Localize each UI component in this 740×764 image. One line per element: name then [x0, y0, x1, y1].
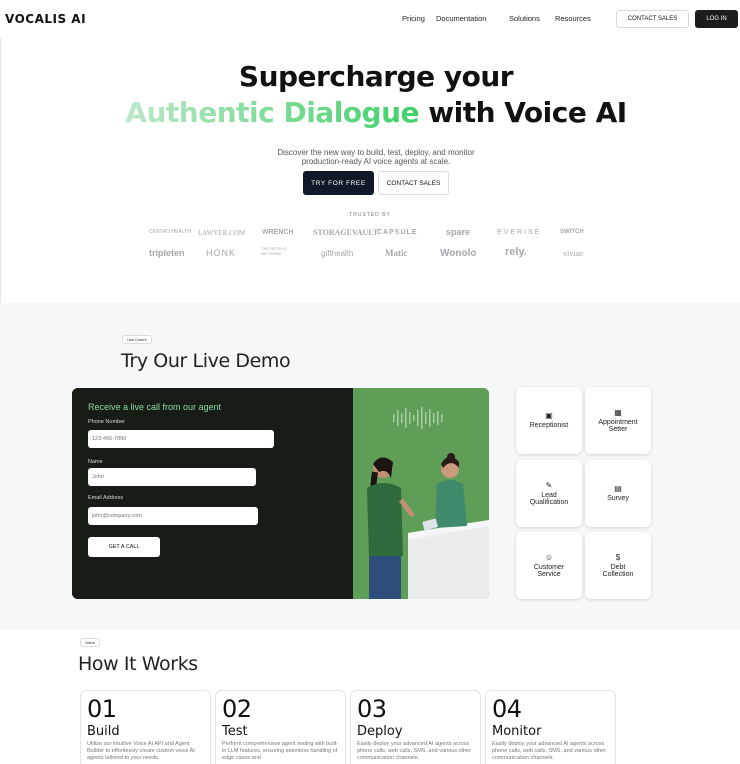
hero-title: Supercharge your: [238, 60, 514, 93]
brand-logo-centro-health: CENTRO HEALTH: [149, 229, 191, 235]
hero-subtitle: Discover the new way to build, test, dep…: [250, 148, 502, 166]
use-case-label: Receptionist: [529, 422, 569, 429]
phone-input[interactable]: [88, 430, 274, 448]
name-label: Name: [88, 459, 103, 465]
use-case-customer-service[interactable]: ☺ Customer Service: [516, 532, 582, 599]
brand-logo-wonolo: Wonolo: [440, 248, 477, 259]
hero-contact-sales-button[interactable]: CONTACT SALES: [378, 171, 449, 195]
use-cases-badge: Use Cases: [122, 335, 152, 344]
value-badge: Value: [80, 638, 100, 647]
try-for-free-button[interactable]: TRY FOR FREE: [303, 171, 374, 195]
form-title: Receive a live call from our agent: [88, 402, 222, 412]
receptionist-icon: ▣: [545, 411, 553, 420]
use-case-label: Customer: [533, 563, 565, 571]
use-case-label-line2: Collection: [602, 570, 634, 578]
demo-form: Receive a live call from our agent Phone…: [72, 388, 353, 599]
phone-label: Phone Number: [88, 419, 125, 425]
use-case-survey[interactable]: ▤ Survey: [585, 460, 651, 527]
step-number: 04: [492, 695, 522, 723]
use-case-label: Lead: [541, 491, 557, 499]
brand-logo-vivian: vivian: [563, 249, 583, 258]
step-description: Utilize our intuitive Voice AI API and A…: [87, 741, 195, 761]
hero-title-line2: Authentic Dialogue with Voice AI: [0, 96, 740, 129]
hero-subtitle-line1: Discover the new way to build, test, dep…: [277, 148, 475, 157]
smile-icon: ☺: [544, 552, 554, 562]
survey-icon: ▤: [614, 484, 622, 493]
contact-sales-button[interactable]: CONTACT SALES: [616, 10, 689, 28]
brand-logo-gifthealth: gifthealth: [321, 249, 354, 258]
step-title: Monitor: [492, 724, 542, 739]
brand-logo-spare: spare: [446, 227, 471, 237]
step-number: 02: [222, 695, 252, 723]
brand-logo-storagevault: STORAGEVAULT: [313, 228, 379, 237]
use-case-label-line2: Setter: [608, 425, 628, 433]
use-case-debt-collection[interactable]: $ Debt Collection: [585, 532, 651, 599]
logo[interactable]: VOCALIS AI: [5, 12, 86, 26]
demo-card: Receive a live call from our agent Phone…: [72, 388, 489, 599]
use-case-appointment-setter[interactable]: ▦ Appointment Setter: [585, 387, 651, 454]
brand-logo-switch: SWITCH: [560, 229, 584, 235]
email-label: Email Address: [88, 495, 124, 501]
site-header: VOCALIS AI Pricing Documentation Solutio…: [0, 0, 740, 38]
step-description: Easily deploy your advanced AI agents ac…: [492, 741, 607, 761]
trusted-by-label: TRUSTED BY: [349, 212, 391, 218]
brand-logo-wrench: WRENCH: [262, 229, 294, 236]
step-number: 01: [87, 695, 117, 723]
step-number: 03: [357, 695, 387, 723]
step-description: Perform comprehensive agent testing with…: [222, 741, 339, 761]
use-case-label: Survey: [607, 495, 629, 502]
brand-logo-matic: Matic: [385, 248, 408, 258]
hero-subtitle-line2: production-ready AI voice agents at scal…: [301, 157, 451, 166]
use-case-label: Debt: [610, 563, 626, 571]
brand-logo-hotels-network: THE HOTELS NETWORK: [261, 246, 287, 256]
use-case-label: Appointment: [598, 418, 638, 426]
use-case-label-line2: Service: [537, 570, 561, 578]
dollar-icon: $: [615, 552, 621, 562]
brand-logo-rely: rely.: [505, 246, 527, 258]
brand-logo-everise: EVERISE: [497, 229, 542, 236]
brand-logo-honk: HONK: [206, 248, 237, 258]
use-case-receptionist[interactable]: ▣ Receptionist: [516, 387, 582, 454]
demo-title: Try Our Live Demo: [121, 350, 291, 372]
nav-resources[interactable]: Resources: [555, 14, 591, 23]
nav-documentation[interactable]: Documentation: [436, 14, 486, 23]
nav-pricing[interactable]: Pricing: [402, 14, 425, 23]
step-card-monitor: 04 Monitor Easily deploy your advanced A…: [485, 690, 616, 764]
step-card-build: 01 Build Utilize our intuitive Voice AI …: [80, 690, 211, 764]
brand-logo-lawyer: LAWYER.COM: [198, 229, 246, 237]
use-case-label-line2: Qualification: [529, 498, 569, 506]
step-title: Deploy: [357, 724, 403, 739]
step-description: Easily deploy your advanced AI agents ac…: [357, 741, 472, 761]
hero-title-rest: with Voice AI: [428, 96, 627, 129]
step-title: Test: [222, 724, 248, 739]
step-card-deploy: 03 Deploy Easily deploy your advanced AI…: [350, 690, 481, 764]
brand-logo-tripleten: tripleten: [149, 248, 185, 258]
login-button[interactable]: LOG IN: [695, 10, 738, 28]
get-a-call-button[interactable]: GET A CALL: [88, 537, 160, 557]
receptionist-illustration: [353, 388, 489, 599]
email-input[interactable]: [88, 507, 258, 525]
name-input[interactable]: [88, 468, 256, 486]
demo-photo: [353, 388, 489, 599]
step-card-test: 02 Test Perform comprehensive agent test…: [215, 690, 346, 764]
use-case-lead-qualification[interactable]: ✎ Lead Qualification: [516, 460, 582, 527]
step-title: Build: [87, 724, 120, 739]
calendar-icon: ▦: [614, 407, 622, 417]
how-it-works-title: How It Works: [78, 653, 198, 675]
nav-solutions[interactable]: Solutions: [509, 14, 540, 23]
lead-icon: ✎: [545, 480, 553, 490]
hero-title-highlight: Authentic Dialogue: [125, 96, 420, 129]
brand-logo-capsule: CAPSULE: [377, 229, 418, 236]
